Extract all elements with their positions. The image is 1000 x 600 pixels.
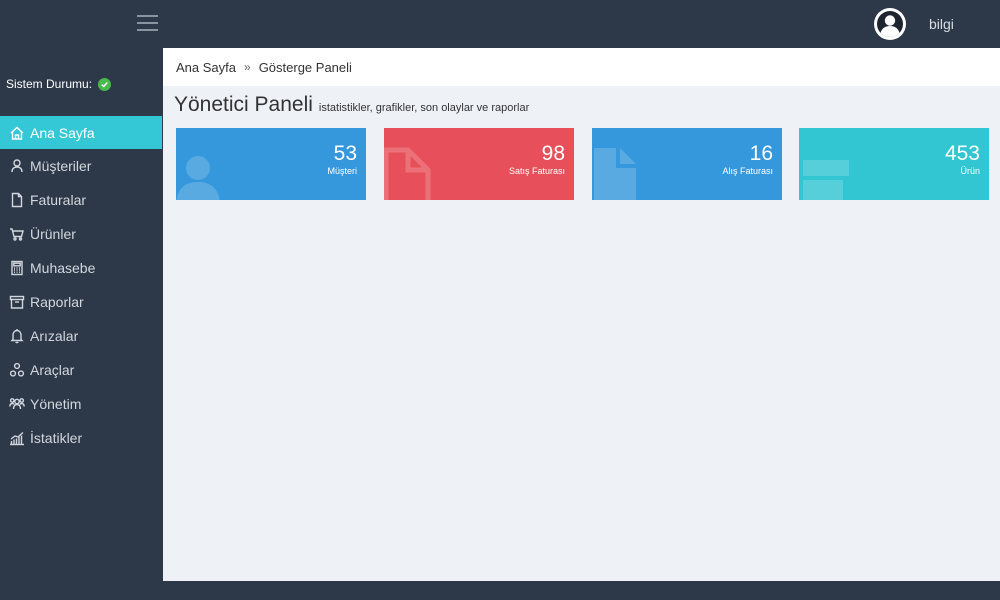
home-icon: [9, 125, 25, 141]
top-navbar: bilgi: [0, 0, 1000, 48]
stat-value: 453: [944, 142, 980, 165]
stat-card-satis-faturasi[interactable]: 98 Satış Faturası: [384, 128, 574, 200]
sidebar-item-label: Yönetim: [30, 396, 82, 412]
user-icon: [176, 156, 220, 200]
system-status: Sistem Durumu:: [6, 77, 112, 91]
stat-card-alis-faturasi[interactable]: 16 Alış Faturası: [592, 128, 782, 200]
sidebar-item-araclar[interactable]: Araçlar: [0, 353, 162, 387]
sidebar-item-label: İstatikler: [30, 430, 83, 446]
avatar[interactable]: [874, 8, 906, 40]
sidebar-item-label: Ürünler: [30, 226, 76, 242]
cart-icon: [9, 226, 25, 242]
archive-icon: [9, 294, 25, 310]
sidebar-menu: Ana Sayfa Müşteriler Faturalar Ürünler M…: [0, 116, 162, 455]
tools-icon: [9, 362, 25, 378]
page-subtitle: istatistikler, grafikler, son olaylar ve…: [318, 102, 530, 114]
user-icon: [9, 158, 25, 174]
sidebar-item-label: Arızalar: [30, 328, 79, 344]
stat-label: Alış Faturası: [722, 166, 773, 176]
breadcrumb-home-link[interactable]: Ana Sayfa: [176, 60, 236, 75]
main-content: Ana Sayfa » Gösterge Paneli Yönetici Pan…: [163, 48, 1000, 581]
sidebar: Sistem Durumu: Ana Sayfa Müşteriler Fatu…: [0, 48, 162, 580]
sidebar-item-muhasebe[interactable]: Muhasebe: [0, 251, 162, 285]
sidebar-item-urunler[interactable]: Ürünler: [0, 217, 162, 251]
stats-icon: [9, 430, 25, 446]
stat-card-musteri[interactable]: 53 Müşteri: [176, 128, 366, 200]
document-icon: [9, 192, 25, 208]
sidebar-item-arizalar[interactable]: Arızalar: [0, 319, 162, 353]
stat-label: Müşteri: [327, 166, 357, 176]
page-title: Yönetici Paneli istatistikler, grafikler…: [174, 93, 529, 117]
sidebar-item-raporlar[interactable]: Raporlar: [0, 285, 162, 319]
document-icon: [594, 148, 636, 200]
sidebar-item-yonetim[interactable]: Yönetim: [0, 387, 162, 421]
box-icon: [803, 160, 849, 200]
sidebar-item-label: Muhasebe: [30, 260, 96, 276]
stat-label: Ürün: [960, 166, 980, 176]
stat-card-urun[interactable]: 453 Ürün: [799, 128, 989, 200]
breadcrumb-separator: »: [244, 60, 251, 74]
username[interactable]: bilgi: [929, 16, 954, 32]
stat-value: 53: [333, 142, 357, 165]
check-circle-icon: [98, 77, 112, 91]
sidebar-item-label: Raporlar: [30, 294, 84, 310]
sidebar-item-label: Araçlar: [30, 362, 75, 378]
calculator-icon: [9, 260, 25, 276]
bell-icon: [9, 328, 25, 344]
sidebar-item-istatikler[interactable]: İstatikler: [0, 421, 162, 455]
page-title-text: Yönetici Paneli: [174, 93, 313, 116]
sidebar-item-musteriler[interactable]: Müşteriler: [0, 149, 162, 183]
system-status-label: Sistem Durumu:: [6, 77, 93, 91]
stat-value: 98: [541, 142, 565, 165]
sidebar-item-label: Faturalar: [30, 192, 87, 208]
footer-bar: [0, 581, 1000, 600]
breadcrumb: Ana Sayfa » Gösterge Paneli: [163, 48, 1000, 86]
sidebar-item-ana-sayfa[interactable]: Ana Sayfa: [0, 116, 162, 149]
users-icon: [9, 396, 25, 412]
stat-value: 16: [749, 142, 773, 165]
sidebar-item-faturalar[interactable]: Faturalar: [0, 183, 162, 217]
sidebar-item-label: Müşteriler: [30, 158, 92, 174]
document-icon: [384, 147, 431, 200]
breadcrumb-current: Gösterge Paneli: [258, 59, 352, 75]
sidebar-item-label: Ana Sayfa: [30, 124, 95, 141]
stat-label: Satış Faturası: [508, 166, 565, 176]
menu-toggle-icon[interactable]: [137, 15, 158, 33]
